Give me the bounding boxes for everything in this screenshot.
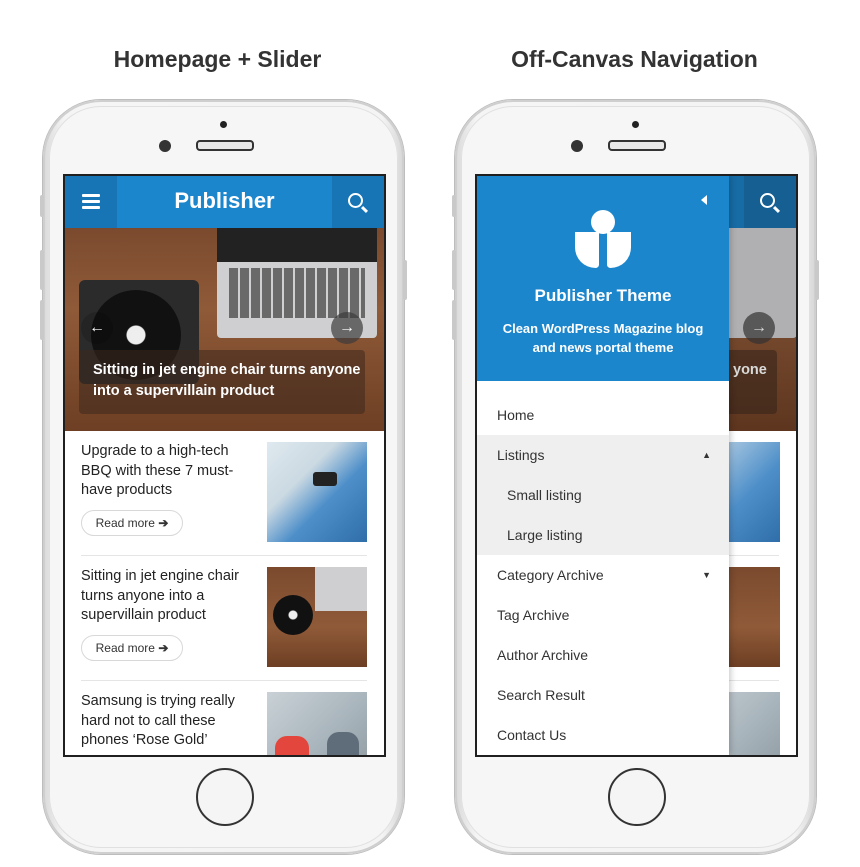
arrow-right-icon: ➔ — [158, 516, 169, 530]
menu-item-label: Small listing — [507, 487, 582, 503]
menu-item-label: Author Archive — [497, 647, 589, 663]
drawer-tagline: Clean WordPress Magazine blog and news p… — [502, 321, 704, 355]
hamburger-icon — [82, 206, 100, 209]
publisher-logo-icon — [575, 210, 631, 270]
menu-item-label: Home — [497, 407, 535, 423]
caret-down-icon: ▼ — [702, 570, 711, 580]
menu-item-large-listing[interactable]: Large listing — [477, 515, 729, 555]
drawer-title: Publisher Theme — [534, 286, 672, 305]
caret-left-icon[interactable] — [701, 195, 707, 205]
divider — [81, 555, 367, 556]
home-button[interactable] — [608, 768, 666, 826]
volume-up-button — [40, 250, 44, 290]
off-canvas-menu: Publisher Theme Clean WordPress Magazine… — [477, 176, 729, 755]
volume-down-button — [40, 300, 44, 340]
person-image — [275, 736, 309, 755]
laptop-image — [315, 567, 367, 611]
site-brand[interactable]: Publisher — [117, 188, 332, 214]
post-thumbnail[interactable] — [267, 692, 367, 755]
volume-button — [40, 195, 44, 217]
read-more-button[interactable]: Read more ➔ — [81, 635, 183, 661]
slider-next-button[interactable]: → — [331, 312, 363, 344]
site-header: Publisher — [65, 176, 384, 228]
home-button[interactable] — [196, 768, 254, 826]
search-button[interactable] — [332, 176, 384, 228]
laptop-screen-image — [217, 228, 377, 262]
menu-item-label: Listings — [497, 447, 545, 463]
post-thumbnail[interactable] — [267, 567, 367, 667]
menu-item-label: Category Archive — [497, 567, 604, 583]
menu-item-label: Large listing — [507, 527, 583, 543]
caption-offcanvas: Off-Canvas Navigation — [511, 46, 758, 72]
hamburger-icon — [82, 194, 100, 197]
menu-item-author-archive[interactable]: Author Archive — [477, 635, 729, 675]
post-title[interactable]: Sitting in jet engine chair turns anyone… — [81, 567, 253, 626]
menu-item-category-archive[interactable]: Category Archive ▼ — [477, 555, 729, 595]
search-icon — [760, 193, 775, 208]
proximity-sensor — [632, 121, 639, 128]
slide-title[interactable]: Sitting in jet engine chair turns anyone… — [93, 360, 363, 402]
menu-item-listings[interactable]: Listings ▲ — [477, 435, 729, 475]
arrow-left-icon: ← — [89, 319, 105, 336]
post-thumbnail[interactable] — [267, 442, 367, 542]
hamburger-icon — [82, 200, 100, 203]
logo-right-leaf — [607, 232, 631, 268]
volume-down-button — [452, 300, 456, 340]
caption-homepage: Homepage + Slider — [113, 46, 322, 72]
caret-up-icon: ▲ — [702, 450, 711, 460]
menu-item-small-listing[interactable]: Small listing — [477, 475, 729, 515]
drawer-header: Publisher Theme Clean WordPress Magazine… — [477, 176, 729, 381]
proximity-sensor — [220, 121, 227, 128]
record-image — [273, 595, 313, 635]
arrow-right-icon: ➔ — [158, 641, 169, 655]
arrow-right-icon: → — [751, 319, 767, 336]
menu-item-contact-us[interactable]: Contact Us — [477, 715, 729, 755]
menu-item-label: Tag Archive — [497, 607, 570, 623]
slider-next-button[interactable]: → — [743, 312, 775, 344]
featured-slider[interactable]: ← → Sitting in jet engine chair turns an… — [65, 228, 384, 431]
menu-item-search-result[interactable]: Search Result — [477, 675, 729, 715]
menu-item-label: Contact Us — [497, 727, 567, 743]
power-button — [403, 260, 407, 300]
front-camera — [571, 140, 583, 152]
list-item: Upgrade to a high-tech BBQ with these 7 … — [81, 442, 367, 554]
menu-button[interactable] — [65, 176, 117, 228]
menu-item-tag-archive[interactable]: Tag Archive — [477, 595, 729, 635]
logo-left-leaf — [575, 232, 599, 268]
read-more-label: Read more — [95, 516, 155, 530]
earpiece-speaker — [608, 140, 666, 151]
post-title[interactable]: Upgrade to a high-tech BBQ with these 7 … — [81, 442, 253, 501]
slide-title-fragment: yone — [733, 362, 767, 378]
phone-right: → yone Publisher Theme Clean WordPress M… — [452, 100, 819, 854]
laptop-keyboard-image — [229, 268, 365, 318]
phone-left: Publisher ← → Sitting in jet engine chai… — [40, 100, 407, 854]
volume-button — [452, 195, 456, 217]
arrow-right-icon: → — [339, 319, 355, 336]
divider — [81, 680, 367, 681]
list-item: Sitting in jet engine chair turns anyone… — [81, 567, 367, 679]
read-more-label: Read more — [95, 641, 155, 655]
power-button — [815, 260, 819, 300]
list-item: Samsung is trying really hard not to cal… — [81, 692, 367, 755]
logo-head — [591, 210, 615, 234]
person-image — [327, 732, 359, 755]
earpiece-speaker — [196, 140, 254, 151]
phone-screen-left: Publisher ← → Sitting in jet engine chai… — [63, 174, 386, 757]
menu-item-label: Search Result — [497, 687, 585, 703]
phone-screen-right: → yone Publisher Theme Clean WordPress M… — [475, 174, 798, 757]
menu-item-home[interactable]: Home — [477, 395, 729, 435]
slider-prev-button[interactable]: ← — [81, 312, 113, 344]
search-icon — [348, 193, 363, 208]
volume-up-button — [452, 250, 456, 290]
front-camera — [159, 140, 171, 152]
read-more-button[interactable]: Read more ➔ — [81, 510, 183, 536]
vr-headset-image — [313, 472, 337, 486]
search-button[interactable] — [744, 176, 796, 228]
post-title[interactable]: Samsung is trying really hard not to cal… — [81, 692, 253, 751]
